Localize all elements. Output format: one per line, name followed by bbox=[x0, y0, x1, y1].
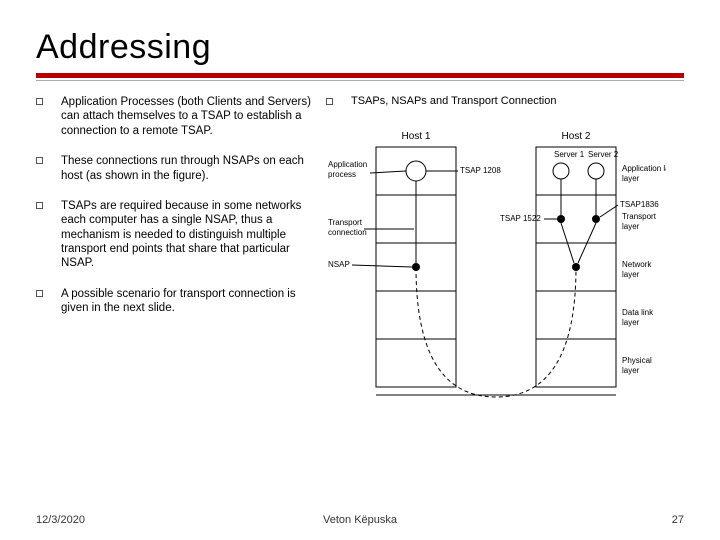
server1-label: Server 1 bbox=[554, 150, 585, 159]
bullet-square-icon bbox=[36, 98, 43, 105]
bullet-item: Application Processes (both Clients and … bbox=[36, 95, 316, 138]
figure-caption: TSAPs, NSAPs and Transport Connection bbox=[351, 95, 556, 107]
bullet-square-icon bbox=[36, 290, 43, 297]
slide-title: Addressing bbox=[36, 28, 684, 67]
bullet-item: These connections run through NSAPs on e… bbox=[36, 154, 316, 183]
bullet-text: A possible scenario for transport connec… bbox=[61, 287, 316, 316]
nsap-label: NSAP bbox=[328, 260, 350, 269]
bullet-text: These connections run through NSAPs on e… bbox=[61, 154, 316, 183]
svg-text:Physical: Physical bbox=[622, 356, 652, 365]
layer-label: Application layer bbox=[622, 164, 666, 173]
left-column: Application Processes (both Clients and … bbox=[36, 95, 316, 417]
tsap-1836: TSAP1836 bbox=[620, 200, 659, 209]
host2-label: Host 2 bbox=[562, 131, 591, 142]
bullet-text: Application Processes (both Clients and … bbox=[61, 95, 316, 138]
svg-text:layer: layer bbox=[622, 318, 640, 327]
footer-page: 27 bbox=[672, 514, 684, 526]
content-area: Application Processes (both Clients and … bbox=[36, 95, 684, 417]
bullet-item: A possible scenario for transport connec… bbox=[36, 287, 316, 316]
svg-text:Transport: Transport bbox=[622, 212, 657, 221]
svg-text:process: process bbox=[328, 170, 356, 179]
bullet-square-icon bbox=[36, 202, 43, 209]
bullet-text: TSAPs are required because in some netwo… bbox=[61, 199, 316, 271]
svg-text:Network: Network bbox=[622, 260, 652, 269]
bullet-square-icon bbox=[326, 98, 333, 105]
server2-label: Server 2 bbox=[588, 150, 619, 159]
svg-text:layer: layer bbox=[622, 222, 640, 231]
svg-text:Data link: Data link bbox=[622, 308, 654, 317]
svg-text:layer: layer bbox=[622, 270, 640, 279]
footer-date: 12/3/2020 bbox=[36, 514, 85, 526]
transport-conn-label: Transport bbox=[328, 218, 363, 227]
tsap-1522: TSAP 1522 bbox=[500, 214, 541, 223]
footer: 12/3/2020 Veton Këpuska 27 bbox=[36, 514, 684, 526]
footer-author: Veton Këpuska bbox=[323, 514, 397, 526]
host1-label: Host 1 bbox=[402, 131, 431, 142]
caption-row: TSAPs, NSAPs and Transport Connection bbox=[326, 95, 684, 107]
title-rule bbox=[36, 73, 684, 78]
title-rule-thin bbox=[36, 80, 684, 81]
right-column: TSAPs, NSAPs and Transport Connection bbox=[326, 95, 684, 417]
svg-text:connection: connection bbox=[328, 228, 367, 237]
app-process-label: Application bbox=[328, 160, 367, 169]
bullet-item: TSAPs are required because in some netwo… bbox=[36, 199, 316, 271]
svg-text:layer: layer bbox=[622, 366, 640, 375]
svg-text:layer: layer bbox=[622, 174, 640, 183]
network-diagram: Host 1 Host 2 Server 1 Server 2 Applicat… bbox=[326, 117, 684, 417]
tsap-1208: TSAP 1208 bbox=[460, 166, 501, 175]
bullet-square-icon bbox=[36, 157, 43, 164]
slide: Addressing Application Processes (both C… bbox=[0, 0, 720, 540]
